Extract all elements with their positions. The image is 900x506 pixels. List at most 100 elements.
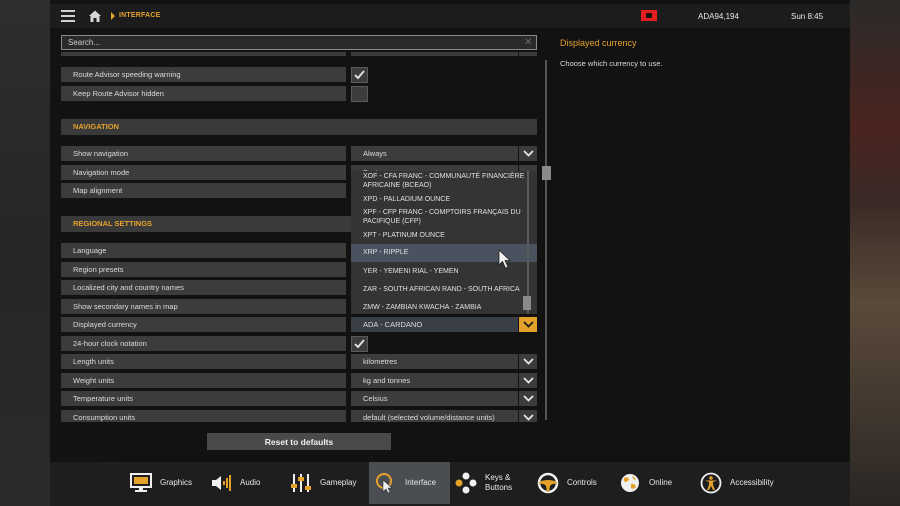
currency-option[interactable]: ZMW - ZAMBIAN KWACHA - ZAMBIA [351, 303, 527, 312]
weight-units-dropdown[interactable] [519, 373, 537, 388]
currency-option[interactable]: XPD - PALLADIUM OUNCE [351, 195, 527, 204]
setting-label: Navigation mode [61, 165, 346, 180]
setting-length-units[interactable]: Length units kilometres [61, 354, 537, 369]
sliders-icon [291, 474, 311, 492]
cursor-target-icon [376, 473, 393, 494]
tab-interface[interactable]: Interface [369, 462, 450, 504]
game-clock: Sun 8:45 [791, 12, 824, 21]
settings-scrollbar-track[interactable] [545, 60, 547, 420]
length-units-dropdown[interactable] [519, 354, 537, 369]
chevron-down-icon [522, 395, 534, 402]
route-advisor-warning-checkbox[interactable] [351, 67, 368, 83]
info-title: Displayed currency [560, 38, 637, 48]
chevron-down-icon [522, 150, 534, 157]
tab-label: Accessibility [730, 478, 774, 487]
setting-label: Language [61, 243, 346, 258]
currency-dropdown-list[interactable]: XOF - CFA FRANC - COMMUNAUTÉ FINANCIÈRE … [351, 171, 537, 314]
consumption-units-value[interactable]: default (selected volume/distance units) [351, 410, 518, 422]
setting-label: Route Advisor speeding warning [61, 67, 346, 82]
setting-label: Map alignment [61, 183, 346, 198]
tab-audio[interactable]: Audio [210, 462, 290, 504]
length-units-value[interactable]: kilometres [351, 354, 518, 369]
tab-label: Gameplay [320, 478, 357, 487]
chevron-down-icon [522, 358, 534, 365]
setting-label: Weight units [61, 373, 346, 388]
tab-accessibility[interactable]: Accessibility [700, 462, 800, 504]
search-input[interactable] [61, 35, 537, 50]
currency-option[interactable]: XOF - CFA FRANC - COMMUNAUTÉ FINANCIÈRE … [351, 172, 527, 190]
setting-route-advisor-speeding-warning[interactable]: Route Advisor speeding warning [61, 67, 537, 83]
consumption-units-dropdown[interactable] [519, 410, 537, 422]
tab-label: Audio [240, 478, 261, 487]
mouse-cursor-icon [498, 249, 511, 269]
checkmark-icon [354, 339, 365, 349]
setting-temperature-units[interactable]: Temperature units Celsius [61, 391, 537, 406]
show-navigation-dropdown[interactable] [519, 146, 537, 161]
show-navigation-value[interactable]: Always [351, 146, 518, 161]
tab-graphics[interactable]: Graphics [130, 462, 210, 504]
breadcrumb[interactable]: INTERFACE [119, 12, 160, 19]
weight-units-value[interactable]: kg and tonnes [351, 373, 518, 388]
setting-consumption-units[interactable]: Consumption units default (selected volu… [61, 410, 537, 422]
tab-gameplay[interactable]: Gameplay [290, 462, 370, 504]
accessibility-icon [700, 472, 722, 494]
tab-label: Controls [567, 478, 597, 487]
tab-label: Online [649, 478, 673, 487]
currency-option[interactable]: ZAR - SOUTH AFRICAN RAND - SOUTH AFRICA [351, 285, 527, 294]
steering-wheel-icon [537, 472, 559, 494]
setting-label: 24-hour clock notation [61, 336, 346, 351]
setting-keep-route-advisor-hidden[interactable]: Keep Route Advisor hidden [61, 86, 537, 102]
clock-notation-checkbox[interactable] [351, 336, 368, 352]
buttons-icon [455, 472, 477, 494]
dropdown-scrollbar-thumb[interactable] [523, 296, 531, 310]
cut-off-row [61, 52, 537, 56]
tab-label: Keys & Buttons [485, 473, 513, 492]
info-description: Choose which currency to use. [560, 59, 663, 68]
menu-icon[interactable] [61, 10, 75, 22]
chevron-down-icon [522, 377, 534, 384]
setting-show-navigation[interactable]: Show navigation Always [61, 146, 537, 161]
globe-icon [621, 474, 639, 492]
dropdown-scrollbar-track[interactable] [527, 171, 529, 314]
clear-search-icon[interactable]: ✕ [524, 37, 532, 48]
tab-label: Interface [405, 478, 437, 487]
tab-label: Graphics [160, 478, 193, 487]
chevron-down-icon [522, 321, 534, 328]
setting-label: Consumption units [61, 410, 346, 422]
setting-label: Localized city and country names [61, 280, 346, 295]
money-balance: ADA94,194 [698, 12, 739, 21]
monitor-icon [130, 473, 152, 492]
route-advisor-hidden-checkbox[interactable] [351, 86, 368, 102]
checkmark-icon [354, 70, 365, 80]
background-right [850, 0, 900, 506]
setting-weight-units[interactable]: Weight units kg and tonnes [61, 373, 537, 388]
setting-label: Region presets [61, 262, 346, 277]
setting-label: Show secondary names in map [61, 299, 346, 314]
setting-label: Length units [61, 354, 346, 369]
setting-24-hour-clock[interactable]: 24-hour clock notation [61, 336, 537, 352]
currency-option[interactable]: XPF - CFP FRANC - COMPTOIRS FRANÇAIS DU … [351, 208, 527, 226]
tab-online[interactable]: Online [619, 462, 699, 504]
temperature-units-value[interactable]: Celsius [351, 391, 518, 406]
temperature-units-dropdown[interactable] [519, 391, 537, 406]
home-icon[interactable] [88, 9, 102, 23]
breadcrumb-arrow-icon [111, 12, 115, 20]
setting-label: Temperature units [61, 391, 346, 406]
tab-controls[interactable]: Controls [537, 462, 617, 504]
speaker-icon [212, 475, 231, 491]
displayed-currency-value[interactable]: ADA - CARDANO [351, 317, 518, 332]
settings-scrollbar-thumb[interactable] [542, 166, 551, 180]
background-left [0, 0, 50, 506]
setting-label: Show navigation [61, 146, 346, 161]
section-navigation: NAVIGATION [61, 119, 537, 135]
setting-displayed-currency[interactable]: Displayed currency ADA - CARDANO [61, 317, 537, 332]
setting-label: Keep Route Advisor hidden [61, 86, 346, 101]
reset-to-defaults-button[interactable]: Reset to defaults [207, 433, 391, 450]
country-flag-icon [641, 10, 657, 21]
chevron-down-icon [522, 414, 534, 421]
currency-option[interactable]: XPT - PLATINUM OUNCE [351, 231, 527, 240]
displayed-currency-dropdown[interactable] [519, 317, 537, 332]
settings-tab-bar: Graphics Audio Gameplay Interface Keys &… [50, 462, 850, 506]
top-bar: INTERFACE ADA94,194 Sun 8:45 [50, 4, 850, 28]
tab-keys-buttons[interactable]: Keys & Buttons [455, 462, 535, 504]
